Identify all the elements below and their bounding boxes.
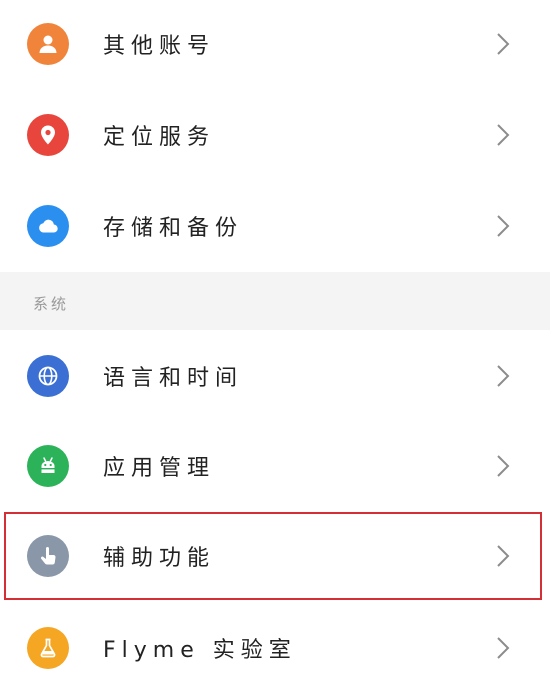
flask-icon xyxy=(27,627,69,669)
chevron-right-icon xyxy=(494,635,512,661)
section-header-system: 系统 xyxy=(0,272,550,330)
settings-item-label: 语言和时间 xyxy=(103,366,244,391)
settings-item-label: 定位服务 xyxy=(103,125,216,150)
chevron-right-icon xyxy=(494,122,512,148)
highlight-box xyxy=(4,512,542,600)
settings-item-label: 应用管理 xyxy=(103,456,216,481)
settings-item-language-time[interactable]: 语言和时间 xyxy=(0,332,550,420)
settings-item-flyme-lab[interactable]: Flyme 实验室 xyxy=(0,604,550,692)
chevron-right-icon xyxy=(494,363,512,389)
android-icon xyxy=(27,445,69,487)
settings-item-label: 其他账号 xyxy=(103,34,216,59)
chevron-right-icon xyxy=(494,453,512,479)
chevron-right-icon xyxy=(494,213,512,239)
location-pin-icon xyxy=(27,114,69,156)
settings-item-label: Flyme 实验室 xyxy=(103,638,297,663)
settings-screen: 其他账号 定位服务 存储和备份 系统 语言和时间 应用管理 辅助功能 Flyme… xyxy=(0,0,550,685)
settings-item-app-management[interactable]: 应用管理 xyxy=(0,422,550,510)
settings-item-label: 存储和备份 xyxy=(103,216,244,241)
globe-icon xyxy=(27,355,69,397)
settings-item-other-accounts[interactable]: 其他账号 xyxy=(0,0,550,88)
cloud-icon xyxy=(27,205,69,247)
chevron-right-icon xyxy=(494,31,512,57)
settings-item-storage-backup[interactable]: 存储和备份 xyxy=(0,182,550,270)
settings-item-location[interactable]: 定位服务 xyxy=(0,91,550,179)
section-title: 系统 xyxy=(33,295,70,313)
person-icon xyxy=(27,23,69,65)
